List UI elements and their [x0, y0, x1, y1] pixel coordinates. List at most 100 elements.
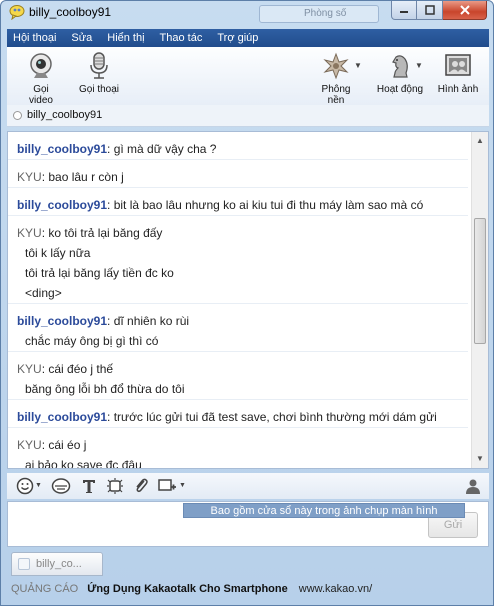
conversation-tab-label: billy_co...	[36, 558, 82, 570]
nudge-button[interactable]	[105, 476, 125, 496]
message-sender: billy_coolboy91	[17, 142, 108, 156]
menu-bar: Hội thoại Sửa Hiển thị Thao tác Trợ giúp	[7, 29, 489, 47]
emoticon-dropdown-icon[interactable]: ▼	[35, 482, 42, 489]
input-toolbar: ▼ ▼	[7, 473, 489, 499]
menu-actions[interactable]: Thao tác	[160, 32, 203, 44]
contact-name[interactable]: billy_coolboy91	[27, 109, 102, 121]
sender-colon: :	[107, 198, 114, 212]
user-icon	[466, 479, 480, 494]
chat-tab-icon	[18, 558, 30, 570]
message-first-line: KYU: bao lâu r còn j	[8, 159, 468, 187]
message-text: trước lúc gửi tui đã test save, chơi bìn…	[113, 410, 437, 424]
message-sender: KYU	[17, 226, 42, 240]
contact-bar: billy_coolboy91	[7, 105, 489, 127]
chat-window: billy_coolboy91 Phòng số Hội thoại Sửa H…	[0, 0, 494, 606]
message-block: billy_coolboy91: dĩ nhiên ko rùi chắc máy…	[8, 303, 468, 351]
ad-label: QUẢNG CÁO	[11, 583, 79, 595]
message-block: billy_coolboy91: gì mà dữ vậy cha ?	[8, 132, 468, 159]
message-block: billy_coolboy91: trước lúc gửi tui đã te…	[8, 399, 468, 427]
menu-help[interactable]: Trợ giúp	[217, 32, 258, 44]
video-call-label: Gọi video	[29, 84, 53, 106]
message-first-line: billy_coolboy91: dĩ nhiên ko rùi	[8, 303, 468, 331]
screenshot-tooltip: Bao gồm cửa sổ này trong ảnh chụp màn hì…	[183, 503, 465, 518]
background-window-tab: Phòng số	[259, 5, 379, 23]
title-bar[interactable]: billy_coolboy91 Phòng số	[1, 1, 493, 25]
backgrounds-label: Phông nền	[321, 84, 351, 106]
photo-frame-icon	[445, 54, 471, 76]
conversation-tabs: billy_co...	[7, 549, 489, 577]
chat-history[interactable]: billy_coolboy91: gì mà dữ vậy cha ? KYU: …	[7, 131, 489, 469]
paperclip-icon	[136, 478, 148, 493]
minimize-button[interactable]	[391, 1, 417, 20]
ad-title-link[interactable]: Ứng Dụng Kakaotalk Cho Smartphone	[87, 583, 287, 595]
message-block: KYU: cái đéo j thế băng ông lỗi bh đổ thừ…	[8, 351, 468, 399]
activities-dropdown-icon[interactable]: ▼	[415, 61, 423, 70]
message-first-line: billy_coolboy91: gì mà dữ vậy cha ?	[8, 132, 468, 159]
message-first-line: KYU: cái éo j	[8, 427, 468, 455]
voice-call-label: Gọi thoại	[78, 84, 120, 95]
message-text: chắc máy ông bị gì thì có	[25, 334, 159, 348]
video-call-button[interactable]: Gọi video	[21, 51, 61, 106]
message-text: dĩ nhiên ko rùi	[113, 314, 190, 328]
nudge-icon	[107, 478, 123, 494]
message-text: cái éo j	[48, 438, 87, 452]
menu-view[interactable]: Hiển thị	[107, 32, 144, 44]
message-sender: KYU	[17, 362, 42, 376]
backgrounds-button[interactable]: Phông nền	[313, 51, 359, 106]
maximize-button[interactable]	[417, 1, 443, 20]
message-text: tôi trả lại băng lấy tiền đc ko	[25, 266, 174, 280]
message-text: ko tôi trả lại băng đấy	[48, 226, 163, 240]
message-block: KYU: cái éo j ai bảo ko save đc đâu	[8, 427, 468, 468]
menu-edit[interactable]: Sửa	[71, 32, 92, 44]
sender-colon: :	[107, 314, 114, 328]
message-text: bit là bao lâu nhưng ko ai kiu tui đi th…	[113, 198, 424, 212]
sender-colon: :	[107, 410, 114, 424]
message-text: cái đéo j thế	[48, 362, 114, 376]
activities-label: Hoạt động	[376, 84, 424, 95]
message-sender: billy_coolboy91	[17, 410, 108, 424]
message-text: tôi k lấy nữa	[25, 246, 91, 260]
wink-button[interactable]	[51, 476, 71, 496]
backgrounds-dropdown-icon[interactable]: ▼	[354, 61, 362, 70]
photos-label: Hình ảnh	[437, 84, 479, 95]
message-block: KYU: bao lâu r còn j	[8, 159, 468, 187]
chess-knight-icon	[392, 55, 408, 78]
messenger-icon	[9, 5, 25, 20]
message-text: bao lâu r còn j	[48, 170, 124, 184]
voice-call-button[interactable]: Gọi thoại	[77, 51, 121, 95]
scroll-thumb[interactable]	[474, 218, 486, 344]
photos-button[interactable]: Hình ảnh	[433, 51, 483, 95]
scroll-down-icon[interactable]: ▼	[475, 454, 485, 464]
message-text: băng ông lỗi bh đổ thừa do tôi	[25, 382, 185, 396]
screenshot-dropdown-icon[interactable]: ▼	[179, 482, 186, 489]
message-first-line: KYU: ko tôi trả lại băng đấy	[8, 215, 468, 243]
message-sender: billy_coolboy91	[17, 198, 108, 212]
message-first-line: billy_coolboy91: bit là bao lâu nhưng ko…	[8, 187, 468, 215]
message-sender: KYU	[17, 170, 42, 184]
contact-card-button[interactable]	[463, 476, 483, 496]
chat-scrollbar[interactable]: ▲ ▼	[471, 132, 488, 468]
message-first-line: billy_coolboy91: trước lúc gửi tui đã te…	[8, 399, 468, 427]
activities-button[interactable]: Hoạt động	[375, 51, 425, 95]
message-list: billy_coolboy91: gì mà dữ vậy cha ? KYU: …	[8, 132, 468, 468]
attach-file-button[interactable]	[131, 476, 151, 496]
message-sender: KYU	[17, 438, 42, 452]
font-icon	[83, 480, 95, 493]
wink-icon	[51, 478, 71, 494]
message-text: gì mà dữ vậy cha ?	[113, 142, 217, 156]
emoticon-button[interactable]	[15, 476, 35, 496]
scroll-up-icon[interactable]: ▲	[475, 136, 485, 146]
toolbar: Gọi video Gọi thoại Phông nền ▼ Hoạt độn…	[7, 47, 489, 106]
screenshot-button[interactable]	[157, 476, 177, 496]
minimize-icon	[400, 11, 408, 13]
menu-conversation[interactable]: Hội thoại	[13, 32, 56, 44]
conversation-tab[interactable]: billy_co...	[11, 552, 103, 576]
message-block: billy_coolboy91: bit là bao lâu nhưng ko…	[8, 187, 468, 215]
close-icon	[459, 5, 470, 15]
flower-icon	[323, 52, 349, 80]
ad-url-link[interactable]: www.kakao.vn/	[299, 583, 372, 595]
close-button[interactable]	[443, 1, 487, 20]
font-button[interactable]	[79, 476, 99, 496]
window-title: billy_coolboy91	[29, 5, 112, 19]
message-text: <ding>	[25, 286, 62, 300]
